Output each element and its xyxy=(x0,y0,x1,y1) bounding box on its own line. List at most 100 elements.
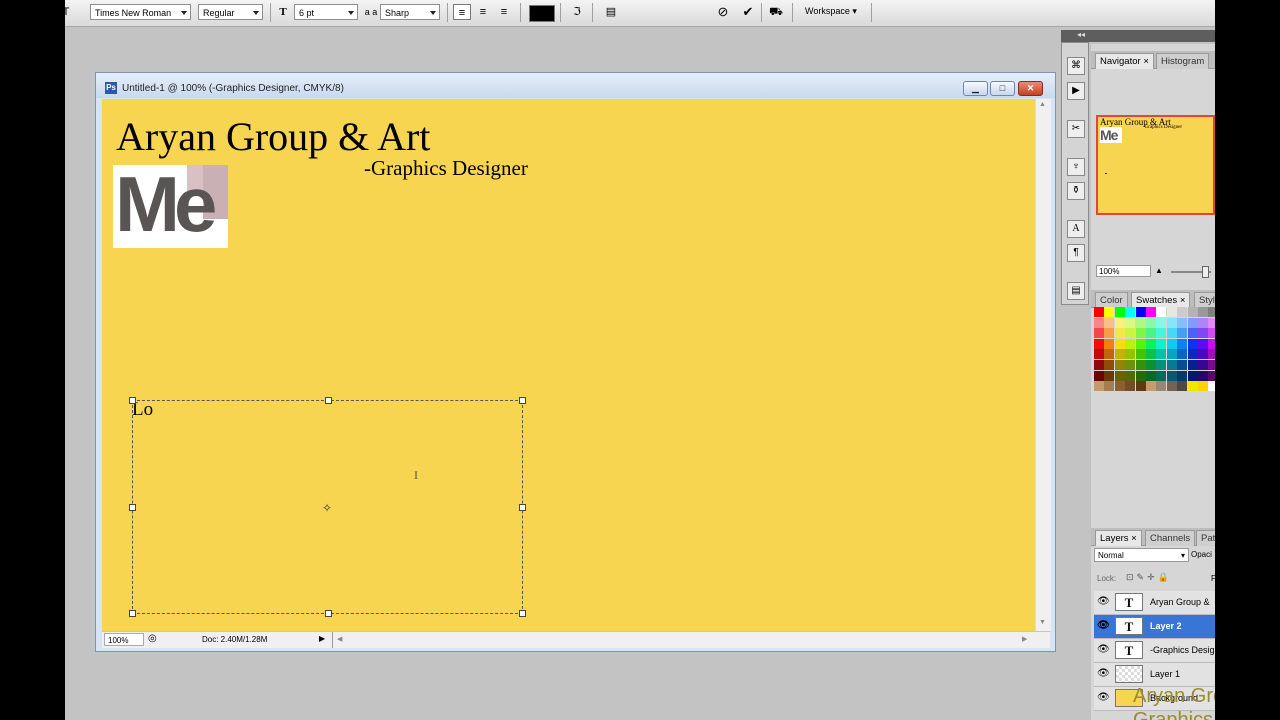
swatch-grid[interactable] xyxy=(1094,307,1215,393)
swatch[interactable] xyxy=(1125,370,1136,381)
swatch[interactable] xyxy=(1208,360,1215,370)
swatch[interactable] xyxy=(1104,317,1115,328)
swatch[interactable] xyxy=(1156,349,1167,360)
swatch[interactable] xyxy=(1114,349,1125,360)
swatch[interactable] xyxy=(1177,317,1188,328)
paragraph-icon[interactable]: ¶ xyxy=(1067,244,1085,262)
swatch[interactable] xyxy=(1094,328,1104,339)
me-logo-image[interactable]: Me xyxy=(113,160,228,248)
canvas[interactable]: Aryan Group & Art -Graphics Designer Me … xyxy=(102,99,1035,631)
layer-row[interactable]: 👁 T Layer 2 xyxy=(1094,615,1215,639)
tab-navigator[interactable]: Navigator × xyxy=(1095,53,1154,69)
swatch[interactable] xyxy=(1198,338,1208,349)
align-right-icon[interactable]: ≡ xyxy=(495,4,513,20)
eye-icon[interactable]: 👁 xyxy=(1097,597,1110,607)
lock-options-icon[interactable]: ⊡✎✛🔒 xyxy=(1126,572,1172,583)
navigator-zoom-field[interactable]: 100% xyxy=(1096,265,1151,277)
swatch[interactable] xyxy=(1146,381,1156,392)
swatch[interactable] xyxy=(1114,328,1125,339)
swatch[interactable] xyxy=(1177,349,1188,360)
swatch[interactable] xyxy=(1177,360,1188,370)
swatch[interactable] xyxy=(1187,328,1198,339)
swatch[interactable] xyxy=(1094,360,1104,370)
swatch[interactable] xyxy=(1114,381,1125,392)
swatch[interactable] xyxy=(1125,328,1136,339)
swatch[interactable] xyxy=(1094,349,1104,360)
swatch[interactable] xyxy=(1146,349,1156,360)
swatch[interactable] xyxy=(1135,338,1146,349)
swatch[interactable] xyxy=(1104,349,1115,360)
dock-header[interactable]: ◂◂ xyxy=(1061,30,1215,42)
swatch[interactable] xyxy=(1198,370,1208,381)
commit-check-icon[interactable]: ✔ xyxy=(739,4,757,20)
swatch[interactable] xyxy=(1166,307,1177,317)
swatch[interactable] xyxy=(1135,360,1146,370)
swatch[interactable] xyxy=(1114,360,1125,370)
actions-play-icon[interactable]: ▶ xyxy=(1067,82,1085,100)
swatch[interactable] xyxy=(1156,360,1167,370)
resize-handle[interactable] xyxy=(519,610,526,617)
status-menu-arrow-icon[interactable]: ▶ xyxy=(319,634,325,643)
swatch[interactable] xyxy=(1208,328,1215,339)
swatch[interactable] xyxy=(1198,381,1208,392)
navigator-preview[interactable]: Aryan Group & Art -Graphics Designer Me xyxy=(1096,115,1215,215)
swatch[interactable] xyxy=(1156,370,1167,381)
tab-channels[interactable]: Channels xyxy=(1145,530,1196,546)
eye-icon[interactable]: 👁 xyxy=(1097,621,1110,631)
swatch[interactable] xyxy=(1135,307,1146,317)
swatch[interactable] xyxy=(1166,338,1177,349)
swatch[interactable] xyxy=(1198,307,1208,317)
layer-row[interactable]: 👁 T -Graphics Design xyxy=(1094,639,1215,663)
tab-histogram[interactable]: Histogram xyxy=(1156,53,1210,69)
text-bounding-box[interactable]: ✧ I xyxy=(129,397,526,617)
swatch[interactable] xyxy=(1208,370,1215,381)
swatch[interactable] xyxy=(1208,381,1215,392)
swatch[interactable] xyxy=(1104,307,1115,317)
swatch[interactable] xyxy=(1187,370,1198,381)
swatch[interactable] xyxy=(1156,328,1167,339)
swatch[interactable] xyxy=(1177,381,1188,392)
swatch[interactable] xyxy=(1146,317,1156,328)
swatch[interactable] xyxy=(1114,338,1125,349)
swatch[interactable] xyxy=(1094,317,1104,328)
clone-source-icon[interactable]: ⚱ xyxy=(1067,182,1085,200)
zoom-out-icon[interactable]: ▲ xyxy=(1155,266,1163,275)
align-left-icon[interactable]: ≡ xyxy=(453,4,471,20)
resize-handle[interactable] xyxy=(129,610,136,617)
collapse-arrows-icon[interactable]: ◂◂ xyxy=(1077,30,1085,39)
swatch[interactable] xyxy=(1156,338,1167,349)
text-color-swatch[interactable] xyxy=(529,5,555,22)
swatch[interactable] xyxy=(1146,360,1156,370)
layer-row[interactable]: 👁 T Aryan Group & xyxy=(1094,591,1215,615)
warp-text-icon[interactable]: ℑ xyxy=(568,4,586,20)
swatch[interactable] xyxy=(1187,307,1198,317)
swatch[interactable] xyxy=(1156,381,1167,392)
swatch[interactable] xyxy=(1166,317,1177,328)
cancel-icon[interactable]: ⊘ xyxy=(714,4,732,20)
swatch[interactable] xyxy=(1114,317,1125,328)
swatch[interactable] xyxy=(1198,328,1208,339)
close-icon[interactable]: × xyxy=(1143,56,1149,67)
swatch[interactable] xyxy=(1166,360,1177,370)
swatch[interactable] xyxy=(1146,307,1156,317)
eye-icon[interactable]: 👁 xyxy=(1097,693,1110,703)
vertical-scrollbar[interactable]: ▲ ▼ xyxy=(1035,99,1051,631)
canvas-heading-text[interactable]: Aryan Group & Art xyxy=(116,113,430,160)
font-size-select[interactable]: 6 pt xyxy=(294,4,358,20)
swatch[interactable] xyxy=(1208,307,1215,317)
swatch[interactable] xyxy=(1135,317,1146,328)
maximize-button[interactable]: □ xyxy=(990,81,1015,96)
swatch[interactable] xyxy=(1125,349,1136,360)
swatch[interactable] xyxy=(1187,360,1198,370)
type-tool-icon[interactable]: T xyxy=(65,4,75,20)
swatch[interactable] xyxy=(1198,360,1208,370)
swatch[interactable] xyxy=(1177,328,1188,339)
minimize-button[interactable]: ▁ xyxy=(963,81,988,96)
swatch[interactable] xyxy=(1166,381,1177,392)
swatch[interactable] xyxy=(1125,338,1136,349)
close-icon[interactable]: × xyxy=(1180,295,1186,306)
swatch[interactable] xyxy=(1146,370,1156,381)
tool-presets-icon[interactable]: ✂ xyxy=(1067,120,1085,138)
swatch[interactable] xyxy=(1166,349,1177,360)
swatch[interactable] xyxy=(1198,349,1208,360)
